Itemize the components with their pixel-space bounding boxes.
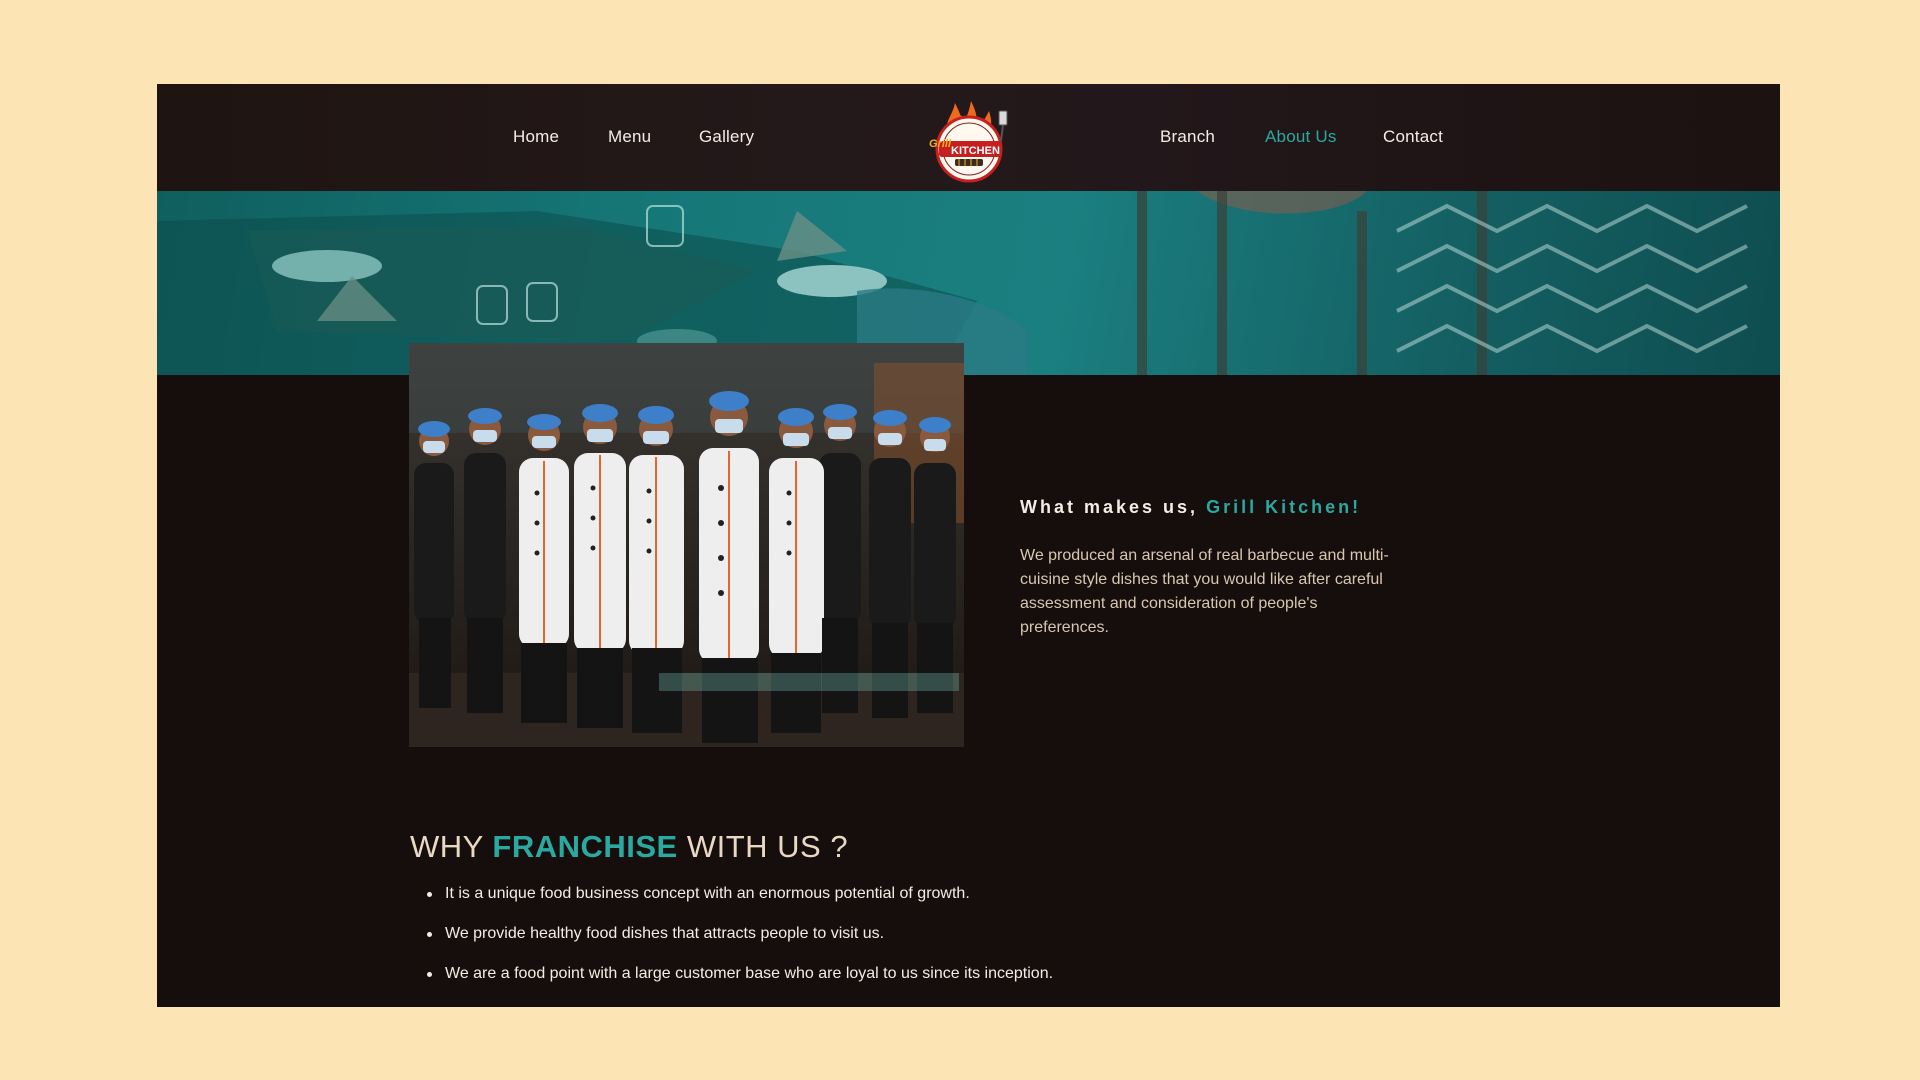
about-body-text: We produced an arsenal of real barbecue … <box>1020 547 1389 636</box>
nav-gallery[interactable]: Gallery <box>699 127 754 147</box>
site-frame: Home Menu Gallery Grill KITCHEN Branch A… <box>157 84 1780 1007</box>
top-navbar: Home Menu Gallery Grill KITCHEN Branch A… <box>157 84 1780 191</box>
nav-menu[interactable]: Menu <box>608 127 651 147</box>
franchise-heading-accent: FRANCHISE <box>492 829 678 864</box>
about-heading: What makes us, Grill Kitchen! <box>1020 497 1361 518</box>
franchise-benefits-list: It is a unique food business concept wit… <box>427 884 1053 1004</box>
franchise-heading-post: WITH US ? <box>686 829 849 864</box>
restaurant-interior-image <box>157 191 1748 375</box>
grill-kitchen-logo[interactable]: Grill KITCHEN <box>919 93 1019 185</box>
benefit-item: We provide healthy food dishes that attr… <box>427 924 1053 944</box>
hero-banner-image <box>157 191 1780 375</box>
nav-home[interactable]: Home <box>513 127 559 147</box>
franchise-heading: WHY FRANCHISE WITH US ? <box>410 829 848 865</box>
chef-team-image <box>409 343 964 747</box>
nav-branch[interactable]: Branch <box>1160 127 1215 147</box>
about-heading-prefix: What makes us, <box>1020 497 1199 517</box>
chef-team-photo <box>409 343 964 747</box>
logo-kitchen-text: KITCHEN <box>951 145 1000 157</box>
logo-grill-text: Grill <box>929 138 952 150</box>
franchise-heading-pre: WHY <box>410 829 484 864</box>
benefit-item: We are a food point with a large custome… <box>427 964 1053 984</box>
flame-grill-logo-icon: Grill KITCHEN <box>929 101 1008 183</box>
about-heading-accent: Grill Kitchen! <box>1206 497 1362 517</box>
nav-about-us[interactable]: About Us <box>1265 127 1337 147</box>
benefit-item: It is a unique food business concept wit… <box>427 884 1053 904</box>
nav-contact[interactable]: Contact <box>1383 127 1443 147</box>
